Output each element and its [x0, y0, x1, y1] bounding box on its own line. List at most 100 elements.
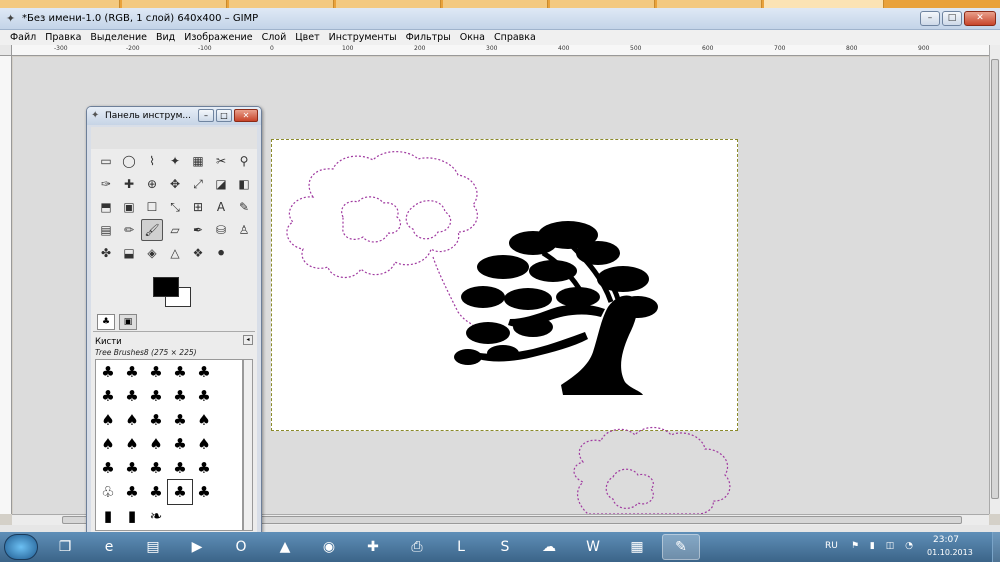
- brush-item[interactable]: ♣: [120, 384, 144, 408]
- brush-item[interactable]: ♠: [192, 432, 216, 456]
- brush-item[interactable]: ♣: [96, 360, 120, 384]
- toolbox-close-button[interactable]: ✕: [234, 109, 258, 122]
- menu-filters[interactable]: Фильтры: [406, 30, 451, 45]
- tool-button[interactable]: ✎: [233, 196, 255, 218]
- close-button[interactable]: ✕: [964, 11, 996, 26]
- menu-edit[interactable]: Правка: [45, 30, 81, 45]
- tool-button[interactable]: ❖: [187, 242, 209, 264]
- brush-item[interactable]: [192, 504, 216, 528]
- taskbar-media-player-icon[interactable]: ▶: [178, 534, 216, 560]
- tool-button[interactable]: ⤡: [164, 196, 186, 218]
- taskbar-skype-icon[interactable]: S: [486, 534, 524, 560]
- tool-button[interactable]: ⬒: [95, 196, 117, 218]
- tool-button[interactable]: ▦: [187, 150, 209, 172]
- menu-layer[interactable]: Слой: [262, 30, 287, 45]
- brush-item[interactable]: ♣: [192, 360, 216, 384]
- brush-item[interactable]: ♣: [144, 360, 168, 384]
- tool-button[interactable]: ⚫: [210, 242, 232, 264]
- menu-help[interactable]: Справка: [494, 30, 536, 45]
- options-tab[interactable]: ▣: [119, 314, 137, 330]
- taskbar-aimp-icon[interactable]: ▲: [266, 534, 304, 560]
- taskbar-winrar-icon[interactable]: ▦: [618, 534, 656, 560]
- brush-item[interactable]: ♧: [96, 480, 120, 504]
- tool-button[interactable]: ✥: [164, 173, 186, 195]
- brush-item[interactable]: ♣: [144, 408, 168, 432]
- brush-item[interactable]: ♣: [192, 456, 216, 480]
- brush-item[interactable]: [216, 504, 240, 528]
- tool-button[interactable]: ⌇: [141, 150, 163, 172]
- brush-item[interactable]: ♣: [192, 384, 216, 408]
- tool-button[interactable]: A: [210, 196, 232, 218]
- brush-item[interactable]: ♣: [144, 480, 168, 504]
- brush-item[interactable]: ❧: [144, 504, 168, 528]
- vertical-scrollbar[interactable]: [989, 45, 1000, 514]
- tool-button[interactable]: ⚲: [233, 150, 255, 172]
- show-desktop-button[interactable]: [992, 532, 1000, 562]
- brush-item[interactable]: ♣: [144, 456, 168, 480]
- tool-button[interactable]: ✚: [118, 173, 140, 195]
- browser-tab[interactable]: [0, 0, 120, 8]
- browser-tab[interactable]: [764, 0, 884, 8]
- tool-button[interactable]: ▱: [164, 219, 186, 241]
- tool-button[interactable]: ⊞: [187, 196, 209, 218]
- menu-select[interactable]: Выделение: [90, 30, 147, 45]
- tool-button[interactable]: ◈: [141, 242, 163, 264]
- brush-scrollbar[interactable]: [243, 359, 253, 531]
- scroll-thumb[interactable]: [991, 59, 999, 499]
- brush-item[interactable]: ♣: [168, 384, 192, 408]
- tool-button[interactable]: ✦: [164, 150, 186, 172]
- tool-button[interactable]: ✏: [118, 219, 140, 241]
- brushes-tab[interactable]: ♣: [97, 314, 115, 330]
- menu-tools[interactable]: Инструменты: [329, 30, 397, 45]
- language-indicator[interactable]: RU: [825, 541, 838, 551]
- tool-button[interactable]: ♙: [233, 219, 255, 241]
- tool-button[interactable]: ✒: [187, 219, 209, 241]
- tool-button[interactable]: △: [164, 242, 186, 264]
- browser-tab[interactable]: [122, 0, 227, 8]
- tool-button[interactable]: ▭: [95, 150, 117, 172]
- brush-item[interactable]: ♣: [96, 384, 120, 408]
- horizontal-ruler[interactable]: -300 -200 -100 0 100 200 300 400 500 600…: [12, 45, 989, 56]
- minimize-button[interactable]: –: [920, 11, 940, 26]
- brush-item[interactable]: ♠: [144, 432, 168, 456]
- taskbar-gimp-icon[interactable]: ✎: [662, 534, 700, 560]
- tool-button[interactable]: ⊕: [141, 173, 163, 195]
- browser-tab[interactable]: [550, 0, 655, 8]
- taskbar-lync-icon[interactable]: L: [442, 534, 480, 560]
- brush-item[interactable]: [168, 504, 192, 528]
- taskbar-notepad-icon[interactable]: ⎙: [398, 534, 436, 560]
- clock-date[interactable]: 01.10.2013: [927, 548, 973, 557]
- taskbar-network-icon[interactable]: ☁: [530, 534, 568, 560]
- tool-button[interactable]: ⤢: [187, 173, 209, 195]
- wilber-drop-area[interactable]: [91, 127, 257, 149]
- toolbox-minimize-button[interactable]: –: [198, 109, 214, 122]
- brush-item[interactable]: ♣: [120, 456, 144, 480]
- brush-item[interactable]: ♠: [96, 432, 120, 456]
- taskbar-crosshair-app-icon[interactable]: ✚: [354, 534, 392, 560]
- foreground-color[interactable]: [153, 277, 179, 297]
- brush-item[interactable]: ♣: [168, 432, 192, 456]
- tool-button[interactable]: ⛁: [210, 219, 232, 241]
- panel-menu-button[interactable]: ◂: [243, 335, 253, 345]
- brush-item[interactable]: ♣: [96, 456, 120, 480]
- brush-item[interactable]: ♣: [168, 456, 192, 480]
- color-selector[interactable]: [153, 277, 197, 311]
- tool-button[interactable]: ☐: [141, 196, 163, 218]
- tool-button[interactable]: ✤: [95, 242, 117, 264]
- tool-button[interactable]: ◧: [233, 173, 255, 195]
- brush-item[interactable]: [216, 456, 240, 480]
- brush-item[interactable]: [216, 432, 240, 456]
- tool-button[interactable]: ◯: [118, 150, 140, 172]
- browser-tab[interactable]: [443, 0, 548, 8]
- menu-file[interactable]: Файл: [10, 30, 36, 45]
- browser-tab[interactable]: [229, 0, 334, 8]
- brush-item[interactable]: [216, 408, 240, 432]
- menu-colors[interactable]: Цвет: [295, 30, 319, 45]
- tool-button[interactable]: 🖌: [141, 219, 163, 241]
- taskbar-libraries-icon[interactable]: ▤: [134, 534, 172, 560]
- tool-button[interactable]: ▣: [118, 196, 140, 218]
- browser-tab[interactable]: [336, 0, 441, 8]
- brush-item[interactable]: ♣: [144, 384, 168, 408]
- tool-button[interactable]: ✑: [95, 173, 117, 195]
- brush-item[interactable]: ♣: [120, 480, 144, 504]
